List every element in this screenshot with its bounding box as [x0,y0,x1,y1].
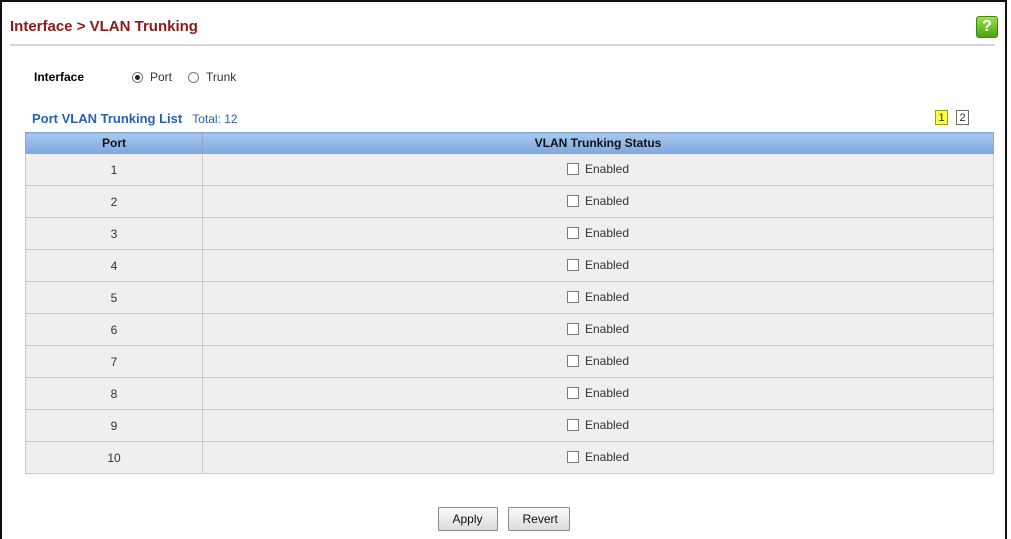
table-row: 2 Enabled [25,185,994,218]
status-cell: Enabled [202,409,994,442]
enabled-checkbox[interactable] [566,322,579,335]
list-header: Port VLAN Trunking List Total: 12 [32,111,238,126]
page-1-button[interactable]: 1 [935,110,948,125]
enabled-checkbox-group[interactable]: Enabled [566,385,630,400]
enabled-checkbox-group[interactable]: Enabled [566,417,630,432]
table-row: 6 Enabled [25,313,994,346]
status-cell: Enabled [202,185,994,218]
enabled-checkbox-group[interactable]: Enabled [566,257,630,272]
status-cell: Enabled [202,249,994,282]
list-total: Total: 12 [192,112,238,126]
enabled-checkbox-group[interactable]: Enabled [566,225,630,240]
radio-port[interactable]: Port [132,70,172,84]
status-cell: Enabled [202,345,994,378]
enabled-checkbox-group[interactable]: Enabled [566,193,630,208]
port-cell: 5 [25,281,203,314]
enabled-checkbox[interactable] [566,386,579,399]
radio-port-button[interactable] [132,71,143,83]
enabled-checkbox[interactable] [566,418,579,431]
title-divider [10,44,995,46]
apply-button[interactable]: Apply [437,507,498,531]
status-cell: Enabled [202,313,994,346]
enabled-checkbox-group[interactable]: Enabled [566,353,630,368]
enabled-label: Enabled [584,385,630,400]
table-row: 9 Enabled [25,409,994,442]
column-header-status: VLAN Trunking Status [202,132,994,154]
enabled-label: Enabled [584,289,630,304]
enabled-checkbox[interactable] [566,258,579,271]
enabled-checkbox[interactable] [566,354,579,367]
action-buttons: Apply Revert [0,507,1007,531]
enabled-label: Enabled [584,193,630,208]
status-cell: Enabled [202,217,994,250]
port-cell: 4 [25,249,203,282]
port-cell: 2 [25,185,203,218]
page-2-button[interactable]: 2 [956,110,969,125]
enabled-checkbox-group[interactable]: Enabled [566,321,630,336]
help-icon[interactable]: ? [976,16,998,38]
radio-trunk-button[interactable] [188,71,200,83]
table-row: 4 Enabled [25,249,994,282]
port-cell: 3 [25,217,203,250]
interface-label: Interface [34,70,85,84]
port-cell: 7 [25,345,203,378]
enabled-checkbox-group[interactable]: Enabled [566,161,630,176]
radio-trunk[interactable]: Trunk [188,70,236,84]
port-cell: 10 [25,441,203,474]
table-row: 5 Enabled [25,281,994,314]
list-title: Port VLAN Trunking List [32,111,183,126]
status-cell: Enabled [202,153,994,186]
enabled-checkbox[interactable] [566,194,579,207]
enabled-checkbox[interactable] [566,450,579,463]
table-row: 1 Enabled [25,153,994,186]
status-cell: Enabled [202,441,994,474]
port-table: Port VLAN Trunking Status 1 Enabled 2 Enabl… [25,132,994,474]
status-cell: Enabled [202,377,994,410]
page-title: Interface > VLAN Trunking [10,18,198,35]
table-row: 7 Enabled [25,345,994,378]
table-header-row: Port VLAN Trunking Status [25,132,994,154]
port-cell: 9 [25,409,203,442]
enabled-checkbox[interactable] [566,162,579,175]
enabled-label: Enabled [584,321,630,336]
port-cell: 6 [25,313,203,346]
revert-button[interactable]: Revert [507,507,570,531]
enabled-checkbox-group[interactable]: Enabled [566,449,630,464]
table-row: 10 Enabled [25,441,994,474]
enabled-checkbox[interactable] [566,290,579,303]
enabled-label: Enabled [584,257,630,272]
radio-trunk-label: Trunk [206,70,237,84]
enabled-checkbox-group[interactable]: Enabled [566,289,630,304]
column-header-port: Port [25,132,203,154]
status-cell: Enabled [202,281,994,314]
interface-selector: Interface Port Trunk [34,70,252,84]
enabled-checkbox[interactable] [566,226,579,239]
table-row: 8 Enabled [25,377,994,410]
enabled-label: Enabled [584,353,630,368]
port-cell: 8 [25,377,203,410]
enabled-label: Enabled [584,449,630,464]
table-row: 3 Enabled [25,217,994,250]
pager: 1 2 [935,110,969,125]
radio-port-label: Port [150,70,173,84]
enabled-label: Enabled [584,417,630,432]
enabled-label: Enabled [584,225,630,240]
port-cell: 1 [25,153,203,186]
enabled-label: Enabled [584,161,630,176]
